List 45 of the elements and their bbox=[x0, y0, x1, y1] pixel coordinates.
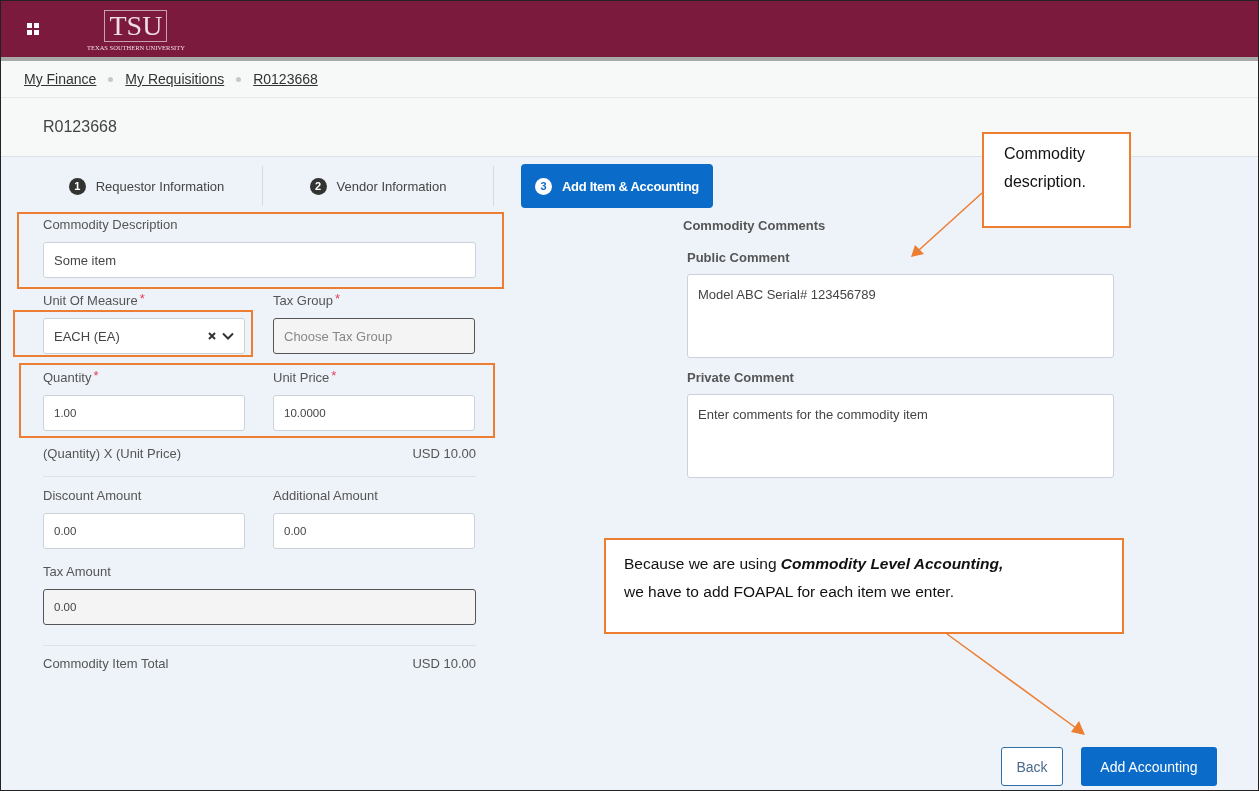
pointer-arrow bbox=[911, 192, 983, 257]
step-tab[interactable]: 2 Vendor Information bbox=[263, 164, 493, 208]
unit-price-field[interactable]: 10.0000 bbox=[273, 395, 475, 431]
required-mark: * bbox=[335, 291, 341, 306]
field-label: Tax Amount bbox=[43, 564, 111, 579]
private-comment-field[interactable]: Enter comments for the commodity item bbox=[687, 394, 1114, 478]
section-heading: Commodity Comments bbox=[683, 218, 827, 233]
page-title: R0123668 bbox=[43, 118, 117, 136]
app-grid-icon[interactable] bbox=[27, 23, 39, 35]
field-label: Tax Group bbox=[273, 293, 333, 308]
breadcrumb-link[interactable]: My Finance bbox=[24, 71, 97, 87]
breadcrumb-link[interactable]: My Requisitions bbox=[125, 71, 225, 87]
field-label: Private Comment bbox=[687, 370, 794, 385]
required-mark: * bbox=[93, 368, 99, 383]
breadcrumb-link[interactable]: R0123668 bbox=[253, 71, 318, 87]
step-tab[interactable]: 3 Add Item & Accounting bbox=[521, 164, 713, 208]
field-label: Discount Amount bbox=[43, 488, 142, 503]
university-logo[interactable]: TSU bbox=[104, 9, 168, 42]
callout-note: Commodity description. bbox=[982, 132, 1131, 228]
field-label: Public Comment bbox=[687, 250, 790, 265]
public-comment-field[interactable]: Model ABC Serial# 123456789 bbox=[687, 274, 1114, 358]
total-label: Commodity Item Total bbox=[43, 656, 169, 671]
add-accounting-button[interactable]: Add Accounting bbox=[1081, 747, 1217, 786]
step-tab[interactable]: 1 Requestor Information bbox=[31, 164, 262, 208]
unit-select[interactable]: EACH (EA) bbox=[43, 318, 245, 354]
discount-field[interactable]: 0.00 bbox=[43, 513, 245, 549]
field-label: Unit Price bbox=[273, 370, 330, 385]
breadcrumb-separator bbox=[236, 76, 242, 82]
field-label: Commodity Description bbox=[43, 217, 178, 232]
back-button[interactable]: Back bbox=[1001, 747, 1063, 786]
quantity-field[interactable]: 1.00 bbox=[43, 395, 245, 431]
extended-label: (Quantity) X (Unit Price) bbox=[43, 446, 181, 461]
breadcrumb-separator bbox=[108, 76, 114, 82]
field-label: Additional Amount bbox=[273, 488, 378, 503]
required-mark: * bbox=[139, 291, 145, 306]
field-label: Unit Of Measure bbox=[43, 293, 138, 308]
clear-icon[interactable] bbox=[208, 332, 216, 340]
additional-field[interactable]: 0.00 bbox=[273, 513, 475, 549]
field-label: Quantity bbox=[43, 370, 92, 385]
required-mark: * bbox=[331, 368, 337, 383]
description-field[interactable]: Some item bbox=[43, 242, 476, 278]
total-amount: USD 10.00 bbox=[412, 656, 476, 671]
chevron-down-icon[interactable] bbox=[222, 332, 234, 340]
callout-note: Because we are using Commodity Level Accounting, we have to add FOAPAL for each item we enter. bbox=[604, 538, 1124, 634]
extended-amount: USD 10.00 bbox=[412, 446, 476, 461]
